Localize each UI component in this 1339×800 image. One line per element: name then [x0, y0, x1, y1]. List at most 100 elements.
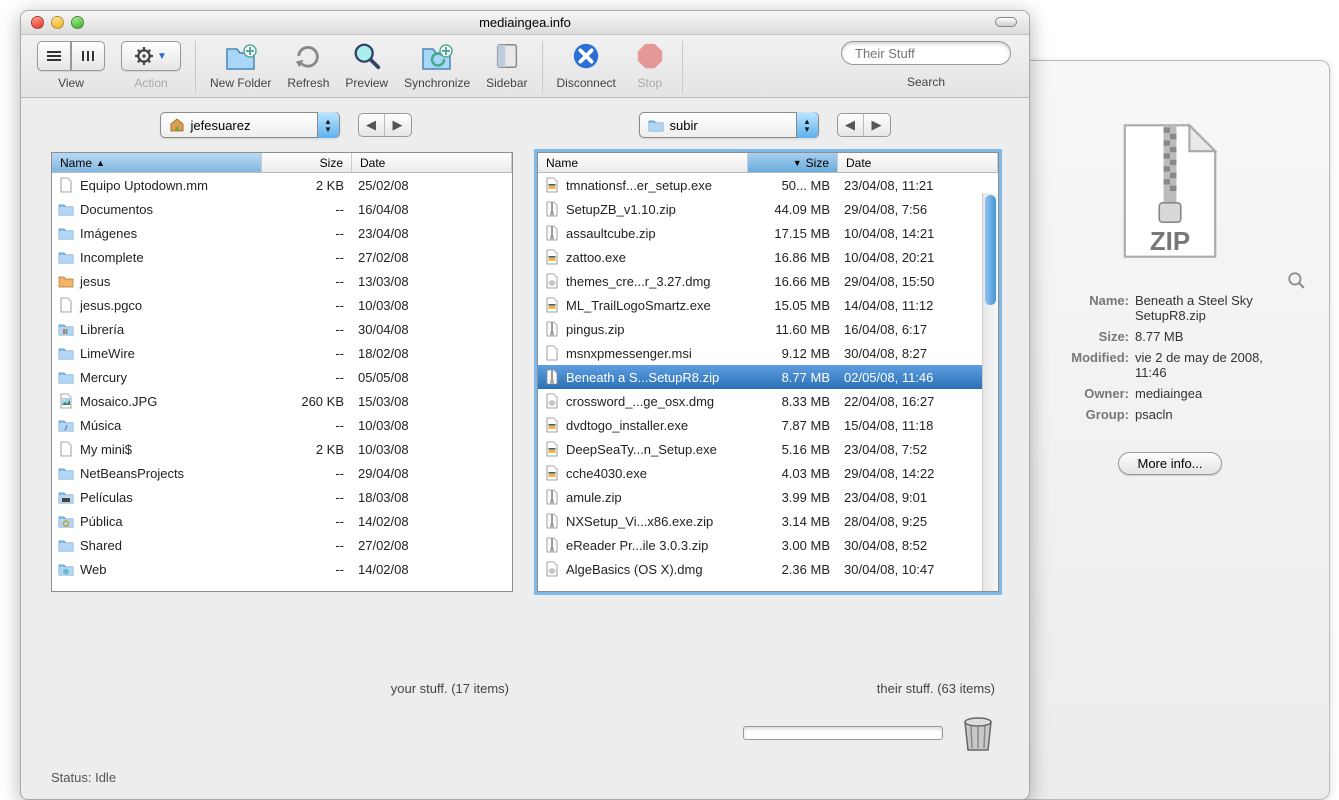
file-name: eReader Pr...ile 3.0.3.zip [566, 538, 708, 553]
file-row[interactable]: eReader Pr...ile 3.0.3.zip3.00 MB30/04/0… [538, 533, 998, 557]
action-button[interactable]: ▼ [121, 41, 181, 71]
file-row[interactable]: pingus.zip11.60 MB16/04/08, 6:17 [538, 317, 998, 341]
refresh-button[interactable] [290, 41, 326, 71]
file-row[interactable]: Mercury--05/05/08 [52, 365, 512, 389]
zoom-icon[interactable] [1287, 271, 1305, 289]
file-date: 14/04/08, 11:12 [838, 298, 998, 313]
stop-button[interactable] [632, 41, 668, 71]
info-size-label: Size: [1055, 329, 1135, 344]
right-file-list[interactable]: tmnationsf...er_setup.exe50... MB23/04/0… [538, 173, 998, 591]
exe-icon [544, 249, 560, 265]
view-list-button[interactable] [37, 41, 71, 71]
right-forward-button[interactable]: ▶ [864, 114, 890, 136]
folder-web-icon [58, 561, 74, 577]
file-row[interactable]: Beneath a S...SetupR8.zip8.77 MB02/05/08… [538, 365, 998, 389]
right-path-selector[interactable]: subir ▲▼ [639, 112, 819, 138]
file-row[interactable]: Equipo Uptodown.mm2 KB25/02/08 [52, 173, 512, 197]
file-row[interactable]: AlgeBasics (OS X).dmg2.36 MB30/04/08, 10… [538, 557, 998, 581]
file-row[interactable]: My mini$2 KB10/03/08 [52, 437, 512, 461]
file-name: dvdtogo_installer.exe [566, 418, 688, 433]
right-col-name[interactable]: Name [538, 153, 748, 172]
new-folder-button[interactable] [223, 41, 259, 71]
synchronize-button[interactable] [419, 41, 455, 71]
file-row[interactable]: crossword_...ge_osx.dmg8.33 MB22/04/08, … [538, 389, 998, 413]
left-back-button[interactable]: ◀ [359, 114, 385, 136]
info-name-label: Name: [1055, 293, 1135, 323]
view-column-button[interactable] [71, 41, 105, 71]
file-size: 17.15 MB [748, 226, 838, 241]
file-row[interactable]: Web--14/02/08 [52, 557, 512, 581]
status-value: Idle [95, 770, 116, 785]
file-row[interactable]: Librería--30/04/08 [52, 317, 512, 341]
file-name: crossword_...ge_osx.dmg [566, 394, 714, 409]
file-size: 9.12 MB [748, 346, 838, 361]
file-row[interactable]: msnxpmessenger.msi9.12 MB30/04/08, 8:27 [538, 341, 998, 365]
file-date: 10/04/08, 20:21 [838, 250, 998, 265]
file-row[interactable]: jesus.pgco--10/03/08 [52, 293, 512, 317]
gear-icon [135, 47, 153, 65]
file-name: Pública [80, 514, 123, 529]
file-row[interactable]: Imágenes--23/04/08 [52, 221, 512, 245]
view-label: View [58, 76, 84, 90]
right-pane-count: their stuff. (63 items) [537, 671, 999, 706]
file-row[interactable]: dvdtogo_installer.exe7.87 MB15/04/08, 11… [538, 413, 998, 437]
folder-icon [58, 537, 74, 553]
image-icon [58, 393, 74, 409]
minimize-button[interactable] [51, 16, 64, 29]
file-row[interactable]: ML_TrailLogoSmartz.exe15.05 MB14/04/08, … [538, 293, 998, 317]
file-row[interactable]: Música--10/03/08 [52, 413, 512, 437]
file-row[interactable]: NXSetup_Vi...x86.exe.zip3.14 MB28/04/08,… [538, 509, 998, 533]
preview-button[interactable] [349, 41, 385, 71]
right-col-date[interactable]: Date [838, 153, 998, 172]
close-button[interactable] [31, 16, 44, 29]
left-col-name[interactable]: Name ▲ [52, 153, 262, 172]
file-name: DeepSeaTy...n_Setup.exe [566, 442, 717, 457]
file-row[interactable]: SetupZB_v1.10.zip44.09 MB29/04/08, 7:56 [538, 197, 998, 221]
right-col-size[interactable]: ▼ Size [748, 153, 838, 172]
doc-icon [58, 177, 74, 193]
file-row[interactable]: zattoo.exe16.86 MB10/04/08, 20:21 [538, 245, 998, 269]
search-field[interactable] [841, 41, 1011, 65]
file-name: Mercury [80, 370, 127, 385]
dmg-icon [544, 393, 560, 409]
disconnect-button[interactable] [568, 41, 604, 71]
file-row[interactable]: LimeWire--18/02/08 [52, 341, 512, 365]
file-row[interactable]: DeepSeaTy...n_Setup.exe5.16 MB23/04/08, … [538, 437, 998, 461]
file-date: 15/04/08, 11:18 [838, 418, 998, 433]
exe-icon [544, 297, 560, 313]
file-row[interactable]: amule.zip3.99 MB23/04/08, 9:01 [538, 485, 998, 509]
file-row[interactable]: Documentos--16/04/08 [52, 197, 512, 221]
trash-icon[interactable] [957, 712, 999, 754]
file-row[interactable]: Pública--14/02/08 [52, 509, 512, 533]
exe-icon [544, 417, 560, 433]
left-col-size[interactable]: Size [262, 153, 352, 172]
action-label: Action [134, 76, 167, 90]
file-row[interactable]: cche4030.exe4.03 MB29/04/08, 14:22 [538, 461, 998, 485]
right-pane: Name ▼ Size Date tmnationsf...er_setup.e… [537, 152, 999, 592]
sidebar-button[interactable] [489, 41, 525, 71]
toolbar-toggle-button[interactable] [995, 17, 1017, 27]
titlebar[interactable]: mediaingea.info [21, 11, 1029, 35]
search-input[interactable] [855, 46, 1031, 61]
more-info-button[interactable]: More info... [1118, 452, 1221, 475]
file-row[interactable]: Incomplete--27/02/08 [52, 245, 512, 269]
right-scrollbar[interactable] [982, 193, 998, 591]
file-name: ML_TrailLogoSmartz.exe [566, 298, 711, 313]
file-row[interactable]: jesus--13/03/08 [52, 269, 512, 293]
right-back-button[interactable]: ◀ [838, 114, 864, 136]
zoom-button[interactable] [71, 16, 84, 29]
file-row[interactable]: NetBeansProjects--29/04/08 [52, 461, 512, 485]
left-forward-button[interactable]: ▶ [385, 114, 411, 136]
file-size: 2 KB [262, 442, 352, 457]
file-size: -- [262, 490, 352, 505]
file-row[interactable]: Películas--18/03/08 [52, 485, 512, 509]
file-row[interactable]: tmnationsf...er_setup.exe50... MB23/04/0… [538, 173, 998, 197]
file-row[interactable]: Shared--27/02/08 [52, 533, 512, 557]
left-file-list[interactable]: Equipo Uptodown.mm2 KB25/02/08Documentos… [52, 173, 512, 591]
scrollbar-thumb[interactable] [985, 195, 996, 305]
left-path-selector[interactable]: jefesuarez ▲▼ [160, 112, 340, 138]
left-col-date[interactable]: Date [352, 153, 512, 172]
file-row[interactable]: Mosaico.JPG260 KB15/03/08 [52, 389, 512, 413]
file-row[interactable]: themes_cre...r_3.27.dmg16.66 MB29/04/08,… [538, 269, 998, 293]
file-row[interactable]: assaultcube.zip17.15 MB10/04/08, 14:21 [538, 221, 998, 245]
